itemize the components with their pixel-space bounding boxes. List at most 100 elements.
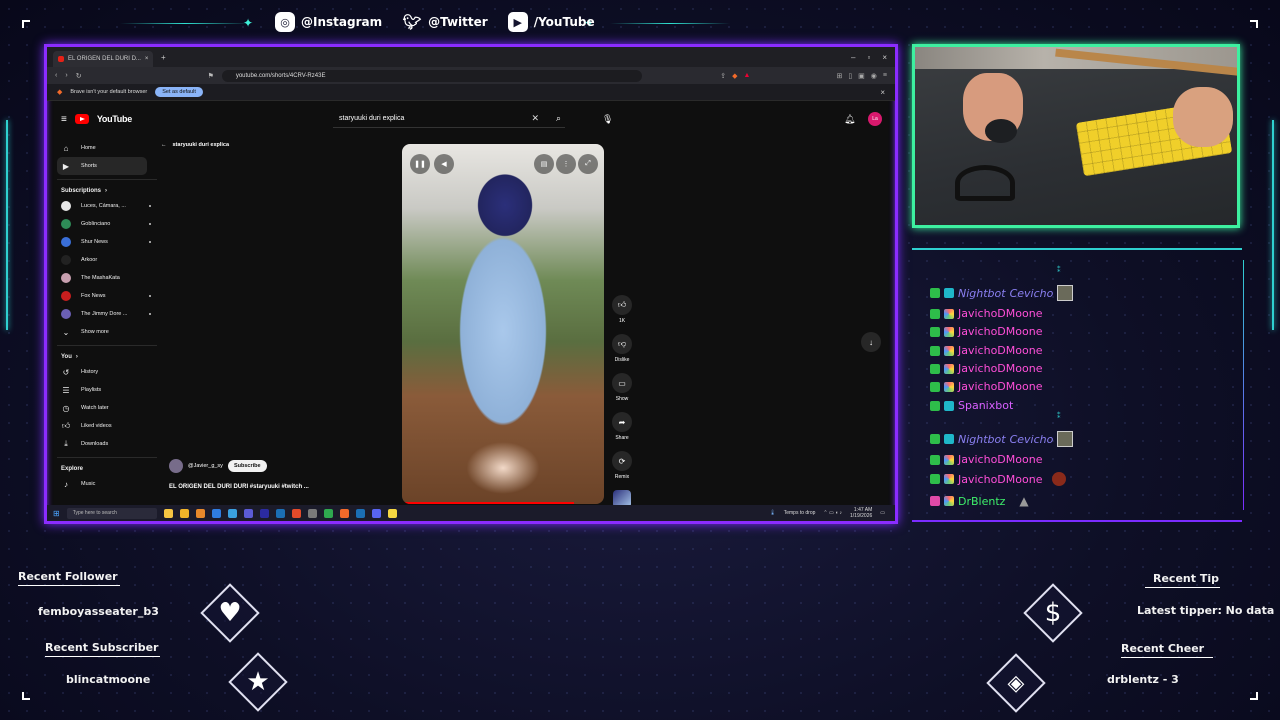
social-twitter[interactable]: 🐦︎ @Twitter — [402, 12, 488, 32]
sidebar-item-shorts[interactable]: ▶ Shorts — [57, 157, 147, 175]
subscribe-button[interactable]: Subscribe — [227, 460, 267, 472]
video-title[interactable]: EL ORIGEN DEL DURI DURI #staryuuki #twit… — [169, 484, 309, 490]
address-bar: ‹ › ↻ ⚑ youtube.com/shorts/4CRV-Rz43E ⇪ … — [47, 67, 895, 84]
chrome-icon[interactable] — [323, 508, 333, 518]
fullscreen-icon[interactable]: ⤢ — [578, 154, 598, 174]
premiere-icon[interactable] — [259, 508, 269, 518]
url-field[interactable]: youtube.com/shorts/4CRV-Rz43E — [221, 69, 642, 82]
pause-icon[interactable]: ❚❚ — [410, 154, 430, 174]
file-explorer-icon[interactable] — [179, 508, 189, 518]
tray-icons[interactable]: ⌃ ▭ ◖ ♪ — [823, 510, 842, 516]
comments-button[interactable]: ▭ Show — [611, 373, 633, 402]
brave-icon[interactable] — [339, 508, 349, 518]
infobar-close-icon[interactable]: × — [880, 88, 885, 97]
set-default-button[interactable]: Set as default — [155, 87, 203, 97]
channel-avatar — [61, 255, 71, 265]
vpn-icon[interactable]: ◉ — [871, 72, 877, 80]
search-input[interactable]: staryuuki duri explica ✕ ⌕ — [333, 111, 565, 128]
vlc-icon[interactable] — [195, 508, 205, 518]
shorts-back-link[interactable]: ← staryuuki duri explica — [161, 142, 229, 148]
discord-icon[interactable] — [371, 508, 381, 518]
moderator-badge-icon — [930, 308, 940, 319]
subscription-item[interactable]: Luces, Cámara, ... — [57, 197, 157, 215]
steam-icon[interactable] — [275, 508, 285, 518]
windows-taskbar: ⊞ Type here to search 🌡︎ Temps to drop ⌃… — [47, 505, 895, 521]
share-icon[interactable]: ⇪ — [720, 72, 726, 80]
subscription-item[interactable]: Shur News — [57, 233, 157, 251]
subscription-item[interactable]: The MashaKata — [57, 269, 157, 287]
browser-tab[interactable]: EL ORIGEN DEL DURI D... × — [53, 51, 153, 67]
app-icon[interactable] — [387, 508, 397, 518]
subscription-item[interactable]: Fox News — [57, 287, 157, 305]
close-window-icon[interactable]: × — [882, 53, 887, 62]
sidebar-icon[interactable]: ▯ — [848, 72, 852, 80]
widgets-icon[interactable] — [163, 508, 173, 518]
show-more-button[interactable]: ⌄ Show more — [57, 323, 157, 341]
video-progress-bar[interactable] — [402, 502, 574, 504]
forward-icon[interactable]: › — [65, 72, 67, 79]
comments-label: Show — [615, 396, 629, 402]
channel-handle[interactable]: @Javier_g_sy — [188, 463, 223, 469]
tab-close-icon[interactable]: × — [145, 56, 149, 62]
sidebar-item-playlists[interactable]: ☰ Playlists — [57, 381, 157, 399]
sidebar-item-home[interactable]: ⌂ Home — [57, 139, 157, 157]
app-icon[interactable] — [291, 508, 301, 518]
back-icon[interactable]: ‹ — [55, 72, 57, 79]
share-button[interactable]: ➦ Share — [611, 412, 633, 441]
like-button[interactable]: 👍︎ 1K — [611, 295, 633, 324]
chat-text: Cevicho — [1009, 286, 1054, 300]
obs-icon[interactable] — [243, 508, 253, 518]
history-icon: ↺ — [62, 367, 70, 377]
hamburger-menu-icon[interactable]: ≡ — [61, 114, 67, 125]
search-icon[interactable]: ⌕ — [556, 113, 561, 124]
bookmark-icon[interactable]: ⚑ — [208, 72, 214, 80]
brave-shield-icon[interactable]: ◆ — [732, 72, 737, 80]
weather-text[interactable]: Temps to drop — [784, 510, 816, 516]
dislike-button[interactable]: 👎︎ Dislike — [611, 334, 633, 363]
sidebar-item-liked-videos[interactable]: 👍︎ Liked videos — [57, 417, 157, 435]
top-line-left — [120, 23, 250, 24]
you-header[interactable]: You › — [57, 345, 157, 363]
chat-message: JavichoDMoone — [930, 325, 1042, 338]
account-avatar[interactable]: La — [868, 112, 882, 126]
next-short-button[interactable]: ↓ — [861, 332, 881, 352]
maximize-icon[interactable]: ▫ — [867, 53, 870, 62]
sidebar-item-watch-later[interactable]: ◷ Watch later — [57, 399, 157, 417]
captions-icon[interactable]: ▤ — [534, 154, 554, 174]
extension-icon[interactable]: ⊞ — [836, 72, 842, 80]
clock[interactable]: 1:47 AM 1/19/2026 — [850, 507, 872, 519]
youtube-logo[interactable]: ≡ YouTube — [61, 114, 132, 125]
new-tab-icon[interactable]: + — [161, 53, 166, 62]
wallet-icon[interactable]: ▣ — [858, 72, 865, 80]
social-instagram[interactable]: ◎ @Instagram — [275, 12, 382, 32]
volume-icon[interactable]: ◀︎ — [434, 154, 454, 174]
rewards-icon[interactable]: ▲ — [744, 72, 751, 80]
remix-button[interactable]: ⟳ Remix — [611, 451, 633, 480]
steam-icon[interactable] — [355, 508, 365, 518]
sidebar-item-music[interactable]: ♪ Music — [57, 475, 157, 493]
subscription-item[interactable]: Arkoor — [57, 251, 157, 269]
notification-center-icon[interactable]: ▭ — [880, 510, 885, 516]
sidebar-item-history[interactable]: ↺ History — [57, 363, 157, 381]
subscription-item[interactable]: The Jimmy Dore ... — [57, 305, 157, 323]
menu-icon[interactable]: ≡ — [883, 72, 887, 80]
social-youtube[interactable]: ▶ /YouTube — [507, 12, 595, 32]
taskbar-search[interactable]: Type here to search — [66, 507, 157, 519]
minimize-icon[interactable]: – — [851, 53, 855, 62]
notifications-bell-icon[interactable]: 🔔︎ — [844, 114, 855, 125]
subscriptions-header[interactable]: Subscriptions › — [57, 179, 157, 197]
sidebar-item-downloads[interactable]: ⤓ Downloads — [57, 435, 157, 453]
channel-avatar[interactable] — [169, 459, 183, 473]
store-icon[interactable] — [227, 508, 237, 518]
app-icon[interactable] — [307, 508, 317, 518]
more-options-icon[interactable]: ⋮ — [556, 154, 576, 174]
windows-start-icon[interactable]: ⊞ — [53, 509, 60, 518]
clear-search-icon[interactable]: ✕ — [531, 113, 539, 124]
reload-icon[interactable]: ↻ — [76, 72, 82, 80]
edge-icon[interactable] — [211, 508, 221, 518]
microphone-icon[interactable]: 🎙︎ — [602, 114, 613, 125]
shorts-video-player[interactable]: ❚❚ ◀︎ ▤ ⋮ ⤢ — [402, 144, 604, 504]
chat-username: JavichoDMoone — [958, 307, 1043, 320]
system-tray: 🌡︎ Temps to drop ⌃ ▭ ◖ ♪ 1:47 AM 1/19/20… — [769, 507, 895, 519]
subscription-item[interactable]: GobIinciano — [57, 215, 157, 233]
